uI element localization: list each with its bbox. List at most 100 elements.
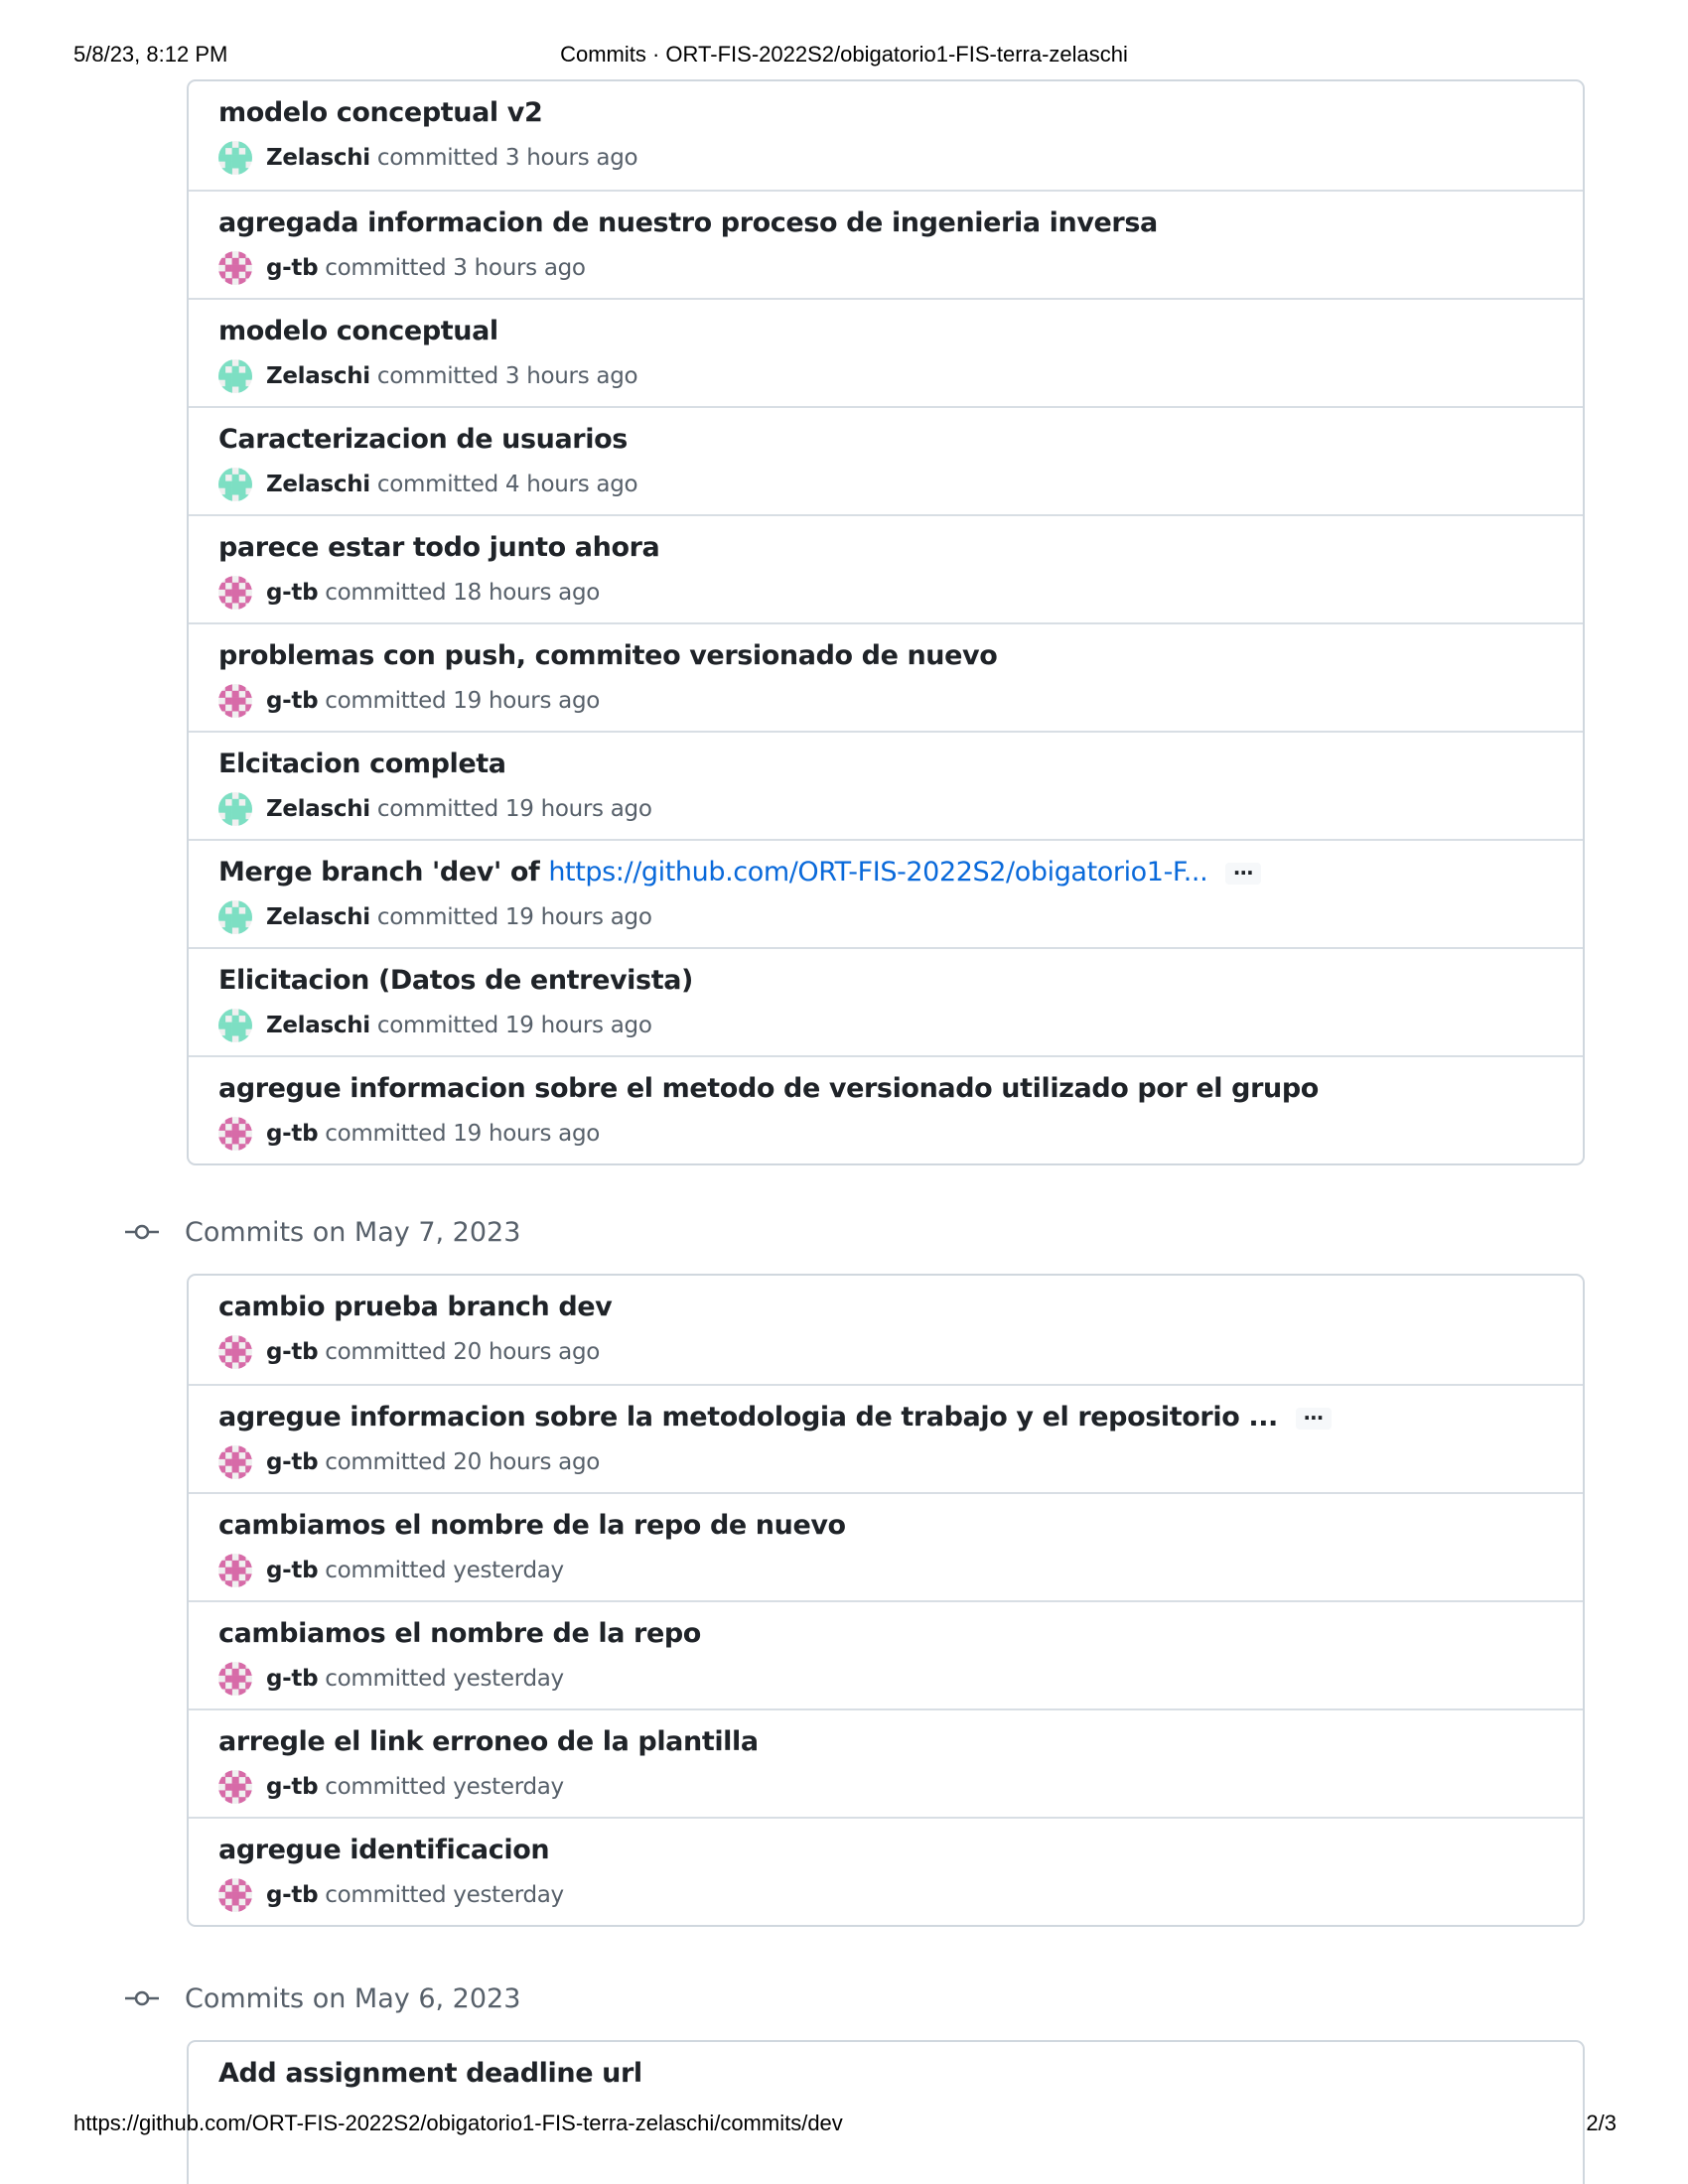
commit-author[interactable]: g-tb	[266, 255, 319, 281]
commit-author[interactable]: Zelaschi	[266, 904, 370, 930]
commit-message-text[interactable]: Elicitacion (Datos de entrevista)	[218, 965, 693, 996]
commit-relative-time: yesterday	[453, 1558, 564, 1583]
commit-message[interactable]: Elicitacion (Datos de entrevista)	[218, 965, 693, 996]
commit-author[interactable]: g-tb	[266, 1449, 319, 1475]
avatar[interactable]	[218, 251, 252, 285]
commit-meta: g-tb committed 19 hours ago	[218, 684, 600, 718]
expand-message-button[interactable]: …	[1225, 858, 1261, 885]
avatar[interactable]	[218, 792, 252, 826]
avatar[interactable]	[218, 1770, 252, 1804]
commit-row: arregle el link erroneo de la plantilla g…	[189, 1708, 1583, 1817]
commit-message[interactable]: cambiamos el nombre de la repo de nuevo	[218, 1510, 846, 1541]
commit-message[interactable]: Elcitacion completa	[218, 749, 506, 779]
commit-group-header: Commits on May 7, 2023	[125, 1212, 520, 1252]
avatar[interactable]	[218, 1662, 252, 1696]
avatar[interactable]	[218, 1117, 252, 1151]
commit-row: modelo conceptual Zelaschi committed 3 hour…	[189, 298, 1583, 406]
commit-author[interactable]: Zelaschi	[266, 1013, 370, 1038]
avatar[interactable]	[218, 576, 252, 610]
avatar[interactable]	[218, 900, 252, 934]
commit-author[interactable]: g-tb	[266, 1666, 319, 1692]
commit-message[interactable]: agregue informacion sobre el metodo de v…	[218, 1073, 1319, 1104]
commit-row: Merge branch 'dev' of https://github.com…	[189, 839, 1583, 947]
commit-message-text[interactable]: Merge branch 'dev' of	[218, 857, 548, 887]
commit-row: cambiamos el nombre de la repo de nuevo g…	[189, 1492, 1583, 1600]
commit-message[interactable]: modelo conceptual	[218, 316, 498, 346]
commit-meta: Zelaschi committed 19 hours ago	[218, 1009, 652, 1042]
commit-message[interactable]: arregle el link erroneo de la plantilla	[218, 1726, 759, 1757]
commit-message-text[interactable]: Caracterizacion de usuarios	[218, 424, 628, 455]
commit-message[interactable]: Merge branch 'dev' of https://github.com…	[218, 857, 1261, 887]
avatar[interactable]	[218, 359, 252, 393]
commit-message[interactable]: Add assignment deadline url	[218, 2058, 642, 2089]
commit-author[interactable]: g-tb	[266, 1339, 319, 1365]
commit-message-text[interactable]: problemas con push, commiteo versionado …	[218, 640, 998, 671]
commit-row: cambiamos el nombre de la repo g-tb commit…	[189, 1600, 1583, 1708]
commit-message-text[interactable]: cambiamos el nombre de la repo	[218, 1618, 701, 1649]
committed-label: committed	[376, 904, 498, 930]
commit-message[interactable]: cambiamos el nombre de la repo	[218, 1618, 701, 1649]
commit-message-link[interactable]: https://github.com/ORT-FIS-2022S2/obigat…	[548, 857, 1207, 887]
commit-author[interactable]: Zelaschi	[266, 796, 370, 822]
commit-relative-time: yesterday	[453, 1666, 564, 1692]
commit-relative-time: 3 hours ago	[453, 255, 586, 281]
commit-message[interactable]: agregada informacion de nuestro proceso …	[218, 207, 1158, 238]
avatar[interactable]	[218, 1878, 252, 1912]
avatar[interactable]	[218, 1335, 252, 1369]
commit-message[interactable]: Caracterizacion de usuarios	[218, 424, 628, 455]
commit-message-text[interactable]: modelo conceptual	[218, 316, 498, 346]
commit-relative-time: 4 hours ago	[504, 472, 638, 497]
commit-message[interactable]: parece estar todo junto ahora	[218, 532, 660, 563]
commit-author[interactable]: Zelaschi	[266, 363, 370, 389]
commit-author[interactable]: g-tb	[266, 580, 319, 606]
commit-author[interactable]: g-tb	[266, 1882, 319, 1908]
commit-message[interactable]: modelo conceptual v2	[218, 97, 543, 128]
commit-relative-time: 19 hours ago	[453, 1121, 601, 1147]
commit-message-text[interactable]: arregle el link erroneo de la plantilla	[218, 1726, 759, 1757]
commit-message-text[interactable]: parece estar todo junto ahora	[218, 532, 660, 563]
commit-message[interactable]: problemas con push, commiteo versionado …	[218, 640, 998, 671]
commit-relative-time: 20 hours ago	[453, 1339, 601, 1365]
avatar[interactable]	[218, 141, 252, 175]
avatar[interactable]	[218, 1009, 252, 1042]
avatar[interactable]	[218, 1554, 252, 1587]
commit-author[interactable]: Zelaschi	[266, 145, 370, 171]
commit-message-text[interactable]: Add assignment deadline url	[218, 2058, 642, 2089]
commit-message-text[interactable]: Elcitacion completa	[218, 749, 506, 779]
commit-meta: g-tb committed yesterday	[218, 1770, 564, 1804]
commit-row: Caracterizacion de usuarios Zelaschi commi…	[189, 406, 1583, 514]
commit-author[interactable]: g-tb	[266, 1774, 319, 1800]
commit-message[interactable]: agregue informacion sobre la metodologia…	[218, 1402, 1332, 1433]
commit-author[interactable]: g-tb	[266, 1558, 319, 1583]
avatar[interactable]	[218, 468, 252, 501]
commit-message-text[interactable]: agregue identificacion	[218, 1835, 550, 1865]
commit-relative-time: 19 hours ago	[504, 796, 652, 822]
committed-label: committed	[376, 1013, 498, 1038]
commit-author[interactable]: g-tb	[266, 1121, 319, 1147]
commit-message[interactable]: cambio prueba branch dev	[218, 1292, 613, 1322]
commit-meta: Zelaschi committed 19 hours ago	[218, 900, 652, 934]
commit-message-text[interactable]: agregue informacion sobre la metodologia…	[218, 1402, 1278, 1433]
committed-label: committed	[325, 1558, 447, 1583]
expand-message-button[interactable]: …	[1295, 1403, 1332, 1430]
commit-message-text[interactable]: modelo conceptual v2	[218, 97, 543, 128]
commit-message-text[interactable]: agregue informacion sobre el metodo de v…	[218, 1073, 1319, 1104]
commit-author[interactable]: g-tb	[266, 688, 319, 714]
commit-author[interactable]: Zelaschi	[266, 472, 370, 497]
commit-row: agregue informacion sobre la metodologia…	[189, 1384, 1583, 1492]
commit-row: modelo conceptual v2 Zelaschi committed 3 h…	[189, 81, 1583, 190]
commit-message[interactable]: agregue identificacion	[218, 1835, 550, 1865]
committed-label: committed	[325, 1121, 447, 1147]
commit-message-text[interactable]: agregada informacion de nuestro proceso …	[218, 207, 1158, 238]
commit-meta: g-tb committed yesterday	[218, 1878, 564, 1912]
commit-meta: g-tb committed yesterday	[218, 1662, 564, 1696]
commit-message-text[interactable]: cambiamos el nombre de la repo de nuevo	[218, 1510, 846, 1541]
commit-meta: g-tb committed 20 hours ago	[218, 1445, 600, 1479]
commit-meta: Zelaschi committed 3 hours ago	[218, 359, 638, 393]
commit-row: parece estar todo junto ahora g-tb committ…	[189, 514, 1583, 622]
commit-message-text[interactable]: cambio prueba branch dev	[218, 1292, 613, 1322]
avatar[interactable]	[218, 1445, 252, 1479]
committed-label: committed	[376, 363, 498, 389]
avatar[interactable]	[218, 684, 252, 718]
commit-relative-time: 19 hours ago	[504, 904, 652, 930]
